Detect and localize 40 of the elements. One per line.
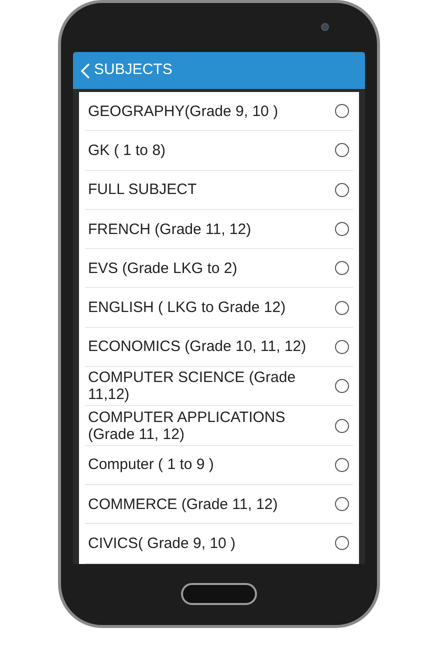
radio-button[interactable] <box>335 379 349 394</box>
subject-label: ENGLISH ( LKG to Grade 12) <box>87 299 287 316</box>
back-icon <box>81 62 90 78</box>
subject-label: ECONOMICS (Grade 10, 11, 12) <box>87 338 308 356</box>
subject-label: Computer ( 1 to 9 ) <box>87 456 215 474</box>
radio-button[interactable] <box>335 340 349 354</box>
subject-item[interactable]: GEOGRAPHY(Grade 9, 10 ) <box>85 92 353 132</box>
subject-label: GEOGRAPHY(Grade 9, 10 ) <box>87 102 280 120</box>
subject-label: COMMERCE (Grade 11, 12) <box>87 496 279 513</box>
subject-item[interactable]: GK ( 1 to 8) <box>85 131 353 171</box>
subject-label: EVS (Grade LKG to 2) <box>87 260 238 277</box>
radio-button[interactable] <box>335 458 349 472</box>
subject-label: COMPUTER APPLICATIONS (Grade 11, 12) <box>87 408 286 443</box>
subject-item[interactable]: ENGLISH ( LKG to Grade 12) <box>85 288 353 328</box>
subject-item[interactable]: Computer ( 1 to 9 ) <box>85 446 353 485</box>
radio-button[interactable] <box>335 261 349 276</box>
subject-item[interactable]: FULL SUBJECT <box>85 170 353 210</box>
radio-button[interactable] <box>335 536 349 550</box>
subject-label: FULL SUBJECT <box>87 181 198 198</box>
subject-label: GK ( 1 to 8) <box>87 142 167 159</box>
radio-button[interactable] <box>335 104 349 118</box>
radio-button[interactable] <box>335 418 349 433</box>
subject-item[interactable]: COMMERCE (Grade 11, 12) <box>85 484 353 524</box>
radio-button[interactable] <box>335 222 349 236</box>
subject-label: FRENCH (Grade 11, 12) <box>87 220 252 238</box>
subject-item[interactable]: ECONOMICS (Grade 10, 11, 12) <box>85 328 353 368</box>
home-button[interactable] <box>181 583 257 606</box>
subject-item[interactable]: EVS (Grade LKG to 2) <box>85 249 353 288</box>
subject-item[interactable]: COMPUTER APPLICATIONS (Grade 11, 12) <box>85 406 353 446</box>
subject-item[interactable]: FRENCH (Grade 11, 12) <box>85 210 353 250</box>
radio-button[interactable] <box>335 497 349 512</box>
radio-button[interactable] <box>335 300 349 315</box>
radio-button[interactable] <box>335 143 349 158</box>
back-button[interactable]: SUBJECTS <box>81 59 172 82</box>
subject-item[interactable]: CIVICS( Grade 9, 10 ) <box>85 524 353 564</box>
radio-button[interactable] <box>335 182 349 197</box>
camera-icon <box>321 23 329 31</box>
subject-label: CIVICS( Grade 9, 10 ) <box>87 534 237 552</box>
subject-label: COMPUTER SCIENCE (Grade 11,12) <box>87 369 297 404</box>
subject-item[interactable]: COMPUTER SCIENCE (Grade 11,12) <box>85 367 353 406</box>
